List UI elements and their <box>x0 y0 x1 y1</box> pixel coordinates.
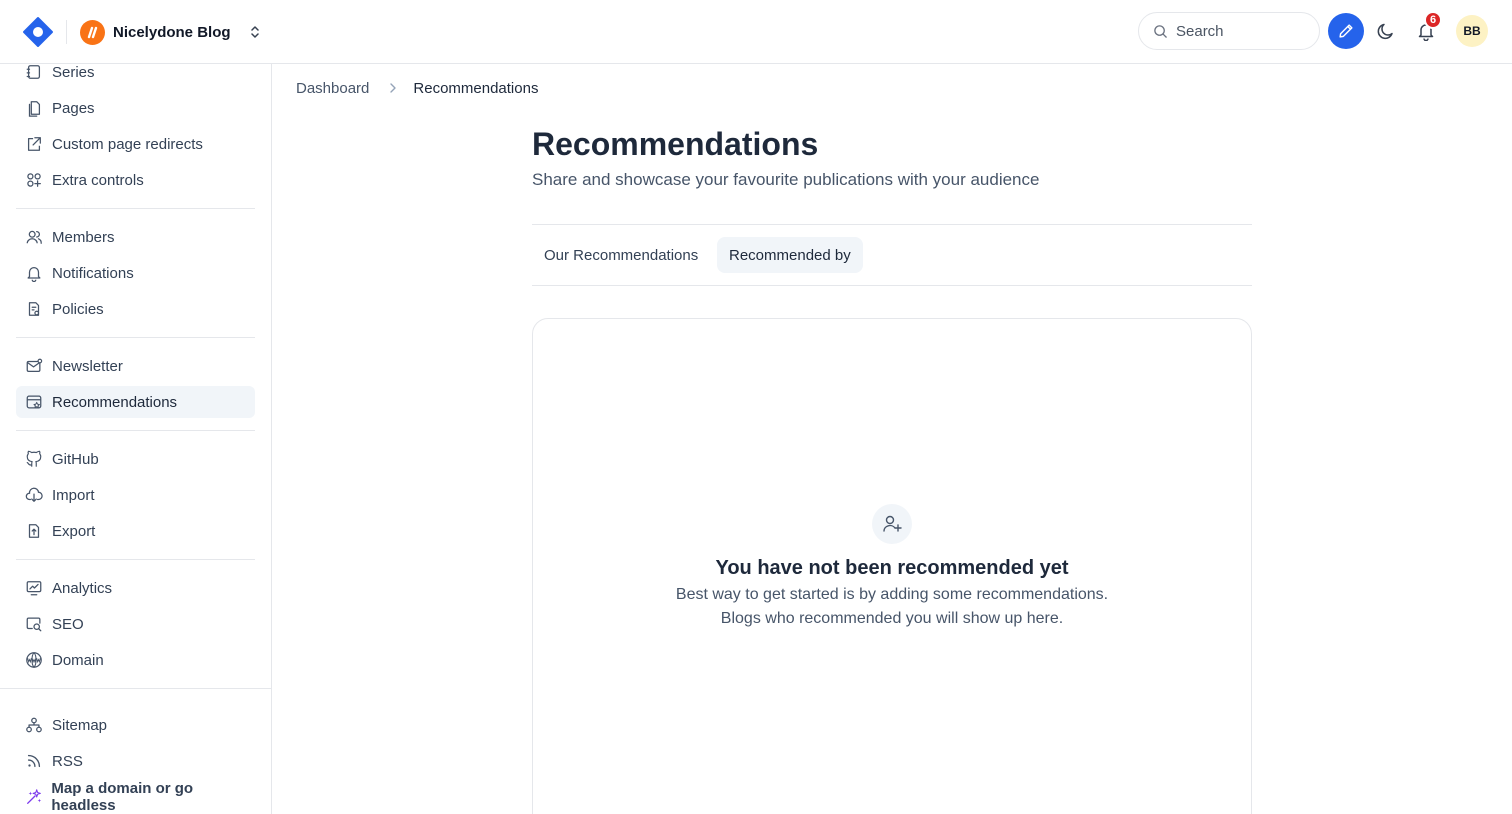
sidebar-item-notifications[interactable]: Notifications <box>16 257 255 289</box>
search-button[interactable]: Search <box>1138 12 1320 50</box>
sidebar-item-extra-controls[interactable]: Extra controls <box>16 164 255 196</box>
search-label: Search <box>1176 22 1224 40</box>
sidebar-item-label: Analytics <box>52 579 113 597</box>
chevron-up-down-icon <box>250 26 259 38</box>
sidebar-divider <box>0 688 271 689</box>
sidebar-item-members[interactable]: Members <box>16 221 255 253</box>
rss-icon <box>24 751 44 771</box>
sidebar-item-export[interactable]: Export <box>16 515 255 547</box>
sidebar-item-map-domain[interactable]: Map a domain or go headless <box>16 780 255 814</box>
theme-toggle[interactable] <box>1374 19 1398 43</box>
bell-icon <box>24 263 44 283</box>
tab-recommended-by[interactable]: Recommended by <box>717 237 863 273</box>
pages-icon <box>24 98 44 118</box>
sidebar-item-newsletter[interactable]: Newsletter <box>16 350 255 382</box>
empty-state-title: You have not been recommended yet <box>715 557 1069 579</box>
sidebar-item-seo[interactable]: SEO <box>16 608 255 640</box>
redirect-icon <box>24 134 44 154</box>
pencil-icon <box>1339 24 1353 38</box>
sidebar: Series Pages Custom page redirects Extra… <box>0 64 272 814</box>
empty-state-hint: Blogs who recommended you will show up h… <box>720 610 1064 627</box>
newsletter-icon <box>24 356 44 376</box>
seo-icon <box>24 614 44 634</box>
app-logo-icon[interactable] <box>22 16 54 48</box>
sidebar-item-label: Import <box>52 486 95 504</box>
sidebar-item-label: GitHub <box>52 450 99 468</box>
user-avatar[interactable]: BB <box>1456 15 1488 47</box>
sidebar-item-label: Domain <box>52 651 104 669</box>
policies-icon <box>24 299 44 319</box>
breadcrumb-dashboard-link[interactable]: Dashboard <box>296 80 369 97</box>
members-icon <box>24 227 44 247</box>
sidebar-item-label: Members <box>52 228 115 246</box>
sidebar-item-label: Policies <box>52 300 104 318</box>
series-icon <box>24 62 44 82</box>
add-user-icon <box>872 504 912 544</box>
export-icon <box>24 521 44 541</box>
sidebar-item-label: RSS <box>52 752 83 770</box>
sidebar-item-label: Notifications <box>52 264 134 282</box>
top-bar: Nicelydone Blog Search 6 BB <box>0 0 1512 64</box>
notification-count-badge: 6 <box>1424 11 1442 29</box>
domain-icon <box>24 650 44 670</box>
search-icon <box>1154 24 1167 38</box>
sitemap-icon <box>24 715 44 735</box>
sidebar-item-label: Custom page redirects <box>52 135 203 153</box>
sidebar-item-label: Pages <box>52 99 95 117</box>
blog-name: Nicelydone Blog <box>113 23 231 41</box>
sidebar-item-label: Export <box>52 522 96 540</box>
sidebar-item-rss[interactable]: RSS <box>16 745 255 777</box>
sidebar-divider <box>16 430 255 431</box>
sidebar-item-pages[interactable]: Pages <box>16 92 255 124</box>
sidebar-item-label: Recommendations <box>52 393 178 411</box>
page-title: Recommendations <box>532 126 819 162</box>
sidebar-divider <box>16 559 255 560</box>
recommendations-icon <box>24 392 44 412</box>
analytics-icon <box>24 578 44 598</box>
sidebar-divider <box>16 208 255 209</box>
blog-switcher[interactable]: Nicelydone Blog <box>80 18 263 46</box>
extra-controls-icon <box>24 170 44 190</box>
tab-our-recommendations[interactable]: Our Recommendations <box>532 237 710 273</box>
tabs-top-divider <box>532 224 1252 225</box>
github-icon <box>24 449 44 469</box>
sidebar-item-label: Extra controls <box>52 171 144 189</box>
write-button[interactable] <box>1328 13 1364 49</box>
sidebar-item-label: Map a domain or go headless <box>51 780 194 814</box>
breadcrumb: Dashboard Recommendations <box>296 78 538 98</box>
chevron-right-icon <box>390 83 397 93</box>
tabs-bottom-divider <box>532 285 1252 286</box>
sidebar-item-sitemap[interactable]: Sitemap <box>16 709 255 741</box>
sidebar-item-recommendations[interactable]: Recommendations <box>16 386 255 418</box>
sidebar-divider <box>16 337 255 338</box>
sidebar-item-github[interactable]: GitHub <box>16 443 255 475</box>
header-divider <box>66 20 67 44</box>
sidebar-item-custom-page-redirects[interactable]: Custom page redirects <box>16 128 255 160</box>
breadcrumb-current: Recommendations <box>413 79 539 97</box>
blog-logo-icon <box>80 19 105 45</box>
moon-icon <box>1377 23 1393 40</box>
sidebar-item-analytics[interactable]: Analytics <box>16 572 255 604</box>
sidebar-item-policies[interactable]: Policies <box>16 293 255 325</box>
sidebar-item-label: Series <box>52 63 95 81</box>
sidebar-item-series[interactable]: Series <box>16 56 255 88</box>
page-subtitle: Share and showcase your favourite public… <box>532 170 1040 189</box>
sidebar-item-label: Sitemap <box>52 716 108 734</box>
sidebar-item-label: Newsletter <box>52 357 123 375</box>
sparkle-icon <box>24 787 43 807</box>
sidebar-item-label: SEO <box>52 615 84 633</box>
empty-state-description: Best way to get started is by adding som… <box>675 586 1109 603</box>
import-icon <box>24 485 44 505</box>
sidebar-item-domain[interactable]: Domain <box>16 644 255 676</box>
sidebar-item-import[interactable]: Import <box>16 479 255 511</box>
